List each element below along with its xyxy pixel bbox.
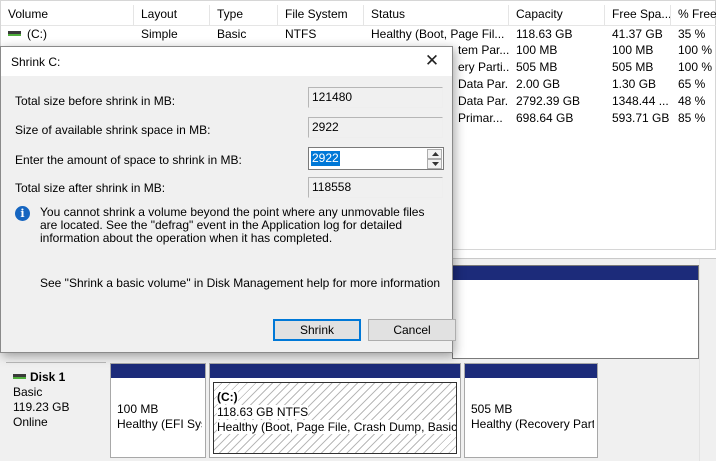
available-space-field: 2922 [308,117,443,138]
available-space-label: Size of available shrink space in MB: [15,123,211,137]
volume-icon [8,31,21,37]
partition-partial[interactable] [452,265,699,359]
column-header-volume[interactable]: Volume [1,5,134,26]
disk-name: Disk 1 [30,370,66,384]
disk-icon [13,374,26,380]
column-header-type[interactable]: Type [210,5,278,26]
spin-down-icon[interactable] [427,159,442,169]
total-after-field: 118558 [308,177,443,198]
total-before-field: 121480 [308,87,443,108]
disk-type: Basic [13,385,43,399]
shrink-amount-input[interactable]: 2922 [311,151,340,166]
shrink-amount-stepper[interactable]: 2922 [308,147,444,170]
total-before-label: Total size before shrink in MB: [15,94,176,108]
disk-label[interactable]: Disk 1 Basic 119.23 GB Online [6,362,106,458]
column-header-free-space[interactable]: Free Spa... [605,5,671,26]
column-header-percent-free[interactable]: % Free [671,5,716,26]
spin-up-icon[interactable] [427,149,442,159]
disk-status: Online [13,415,48,429]
column-header-layout[interactable]: Layout [134,5,210,26]
disk-size: 119.23 GB [13,400,70,414]
column-header-status[interactable]: Status [364,5,509,26]
vertical-scrollbar[interactable] [699,259,716,461]
partition-recovery[interactable]: 505 MB Healthy (Recovery Partition) [464,363,598,458]
info-message: You cannot shrink a volume beyond the po… [40,205,425,245]
dialog-titlebar[interactable]: Shrink C: ✕ [1,47,452,76]
column-header-file-system[interactable]: File System [278,5,364,26]
shrink-dialog: Shrink C: ✕ Total size before shrink in … [0,46,456,353]
partition-efi[interactable]: 100 MB Healthy (EFI System Partition) [110,363,206,458]
close-icon[interactable]: ✕ [412,47,452,76]
column-header-capacity[interactable]: Capacity [509,5,605,26]
total-after-label: Total size after shrink in MB: [15,181,166,195]
shrink-amount-label: Enter the amount of space to shrink in M… [15,153,242,167]
dialog-title: Shrink C: [11,55,61,69]
help-message: See "Shrink a basic volume" in Disk Mana… [40,276,441,290]
shrink-button[interactable]: Shrink [273,319,361,341]
cancel-button[interactable]: Cancel [368,319,456,341]
partition-c[interactable]: (C:) 118.63 GB NTFS Healthy (Boot, Page … [209,363,461,458]
info-icon: i [15,206,30,221]
